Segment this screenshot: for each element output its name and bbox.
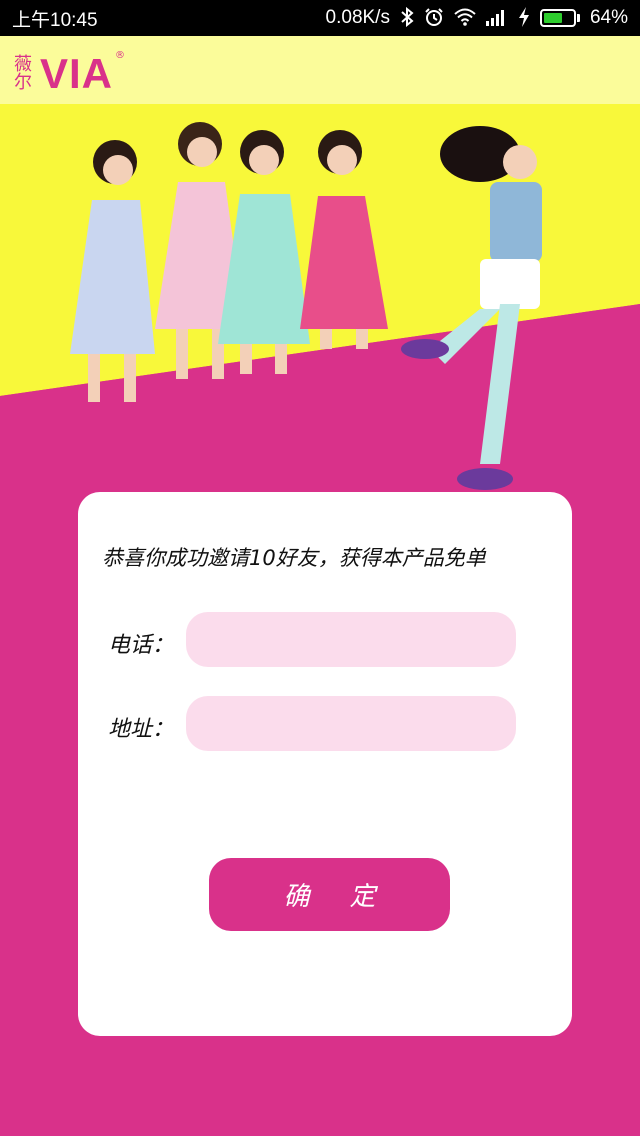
address-input[interactable] <box>186 696 516 751</box>
phone-label: 电话： <box>108 633 175 658</box>
logo-chinese-text: 薇尔 <box>14 54 32 93</box>
invite-form-card: 恭喜你成功邀请10好友，获得本产品免单 电话： 地址： 确定 <box>78 492 572 1036</box>
phone-input[interactable] <box>186 612 516 667</box>
brand-logo: 薇尔 VIA ® <box>14 50 125 98</box>
wifi-icon <box>454 8 476 29</box>
address-label: 地址： <box>108 717 175 742</box>
status-indicators: 0.08K/s 64% <box>325 6 628 30</box>
status-time: 上午10:45 <box>12 9 98 31</box>
alarm-icon <box>424 7 444 30</box>
hero-banner <box>0 104 640 504</box>
brand-bar: 薇尔 VIA ® <box>0 36 640 104</box>
status-bar: 上午10:45 0.08K/s 64% <box>0 0 640 36</box>
battery-icon <box>539 9 580 27</box>
logo-english-text: VIA <box>40 50 114 97</box>
registered-mark: ® <box>115 50 126 61</box>
success-message: 恭喜你成功邀请10好友，获得本产品免单 <box>102 546 486 570</box>
network-speed: 0.08K/s <box>325 7 390 28</box>
confirm-button[interactable]: 确定 <box>209 858 450 931</box>
signal-icon <box>485 8 508 29</box>
battery-percent: 64% <box>589 7 628 28</box>
bluetooth-icon <box>400 6 414 30</box>
charging-icon <box>518 6 530 30</box>
